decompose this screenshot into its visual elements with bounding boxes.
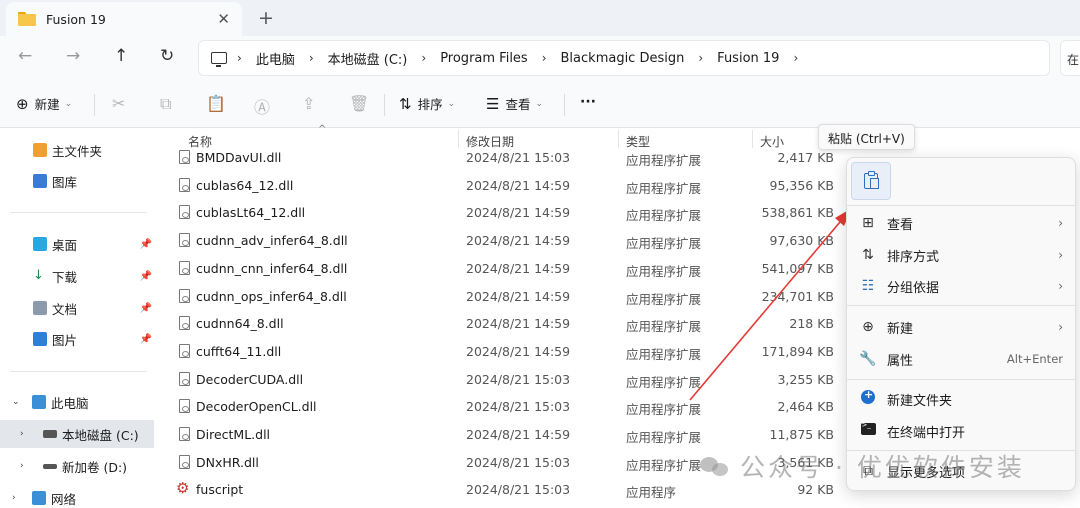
- menu-item-view[interactable]: ⊞ 查看 ›: [847, 208, 1075, 238]
- menu-item-label: 属性: [887, 353, 914, 369]
- menu-item-label: 排序方式: [887, 249, 940, 265]
- menu-item-new[interactable]: ⊕ 新建 ›: [847, 312, 1075, 342]
- menu-item-group-by[interactable]: ☷ 分组依据 ›: [847, 271, 1075, 301]
- menu-item-new-folder[interactable]: 新建文件夹: [847, 384, 1075, 414]
- wechat-logo-icon: [700, 455, 730, 477]
- menu-divider: [847, 379, 1075, 380]
- wrench-icon: 🔧: [859, 351, 877, 367]
- paste-button[interactable]: [851, 162, 891, 200]
- annotation-arrow-line: [689, 221, 841, 401]
- menu-item-properties[interactable]: 🔧 属性 Alt+Enter: [847, 344, 1075, 374]
- list-icon: ☷: [861, 278, 875, 294]
- menu-divider: [847, 305, 1075, 306]
- menu-item-label: 新建: [887, 321, 914, 337]
- menu-item-label: 查看: [887, 217, 914, 233]
- chevron-right-icon: ›: [1058, 279, 1063, 293]
- menu-item-label: 在终端中打开: [887, 425, 966, 441]
- terminal-icon: [859, 421, 877, 439]
- clipboard-icon: [864, 171, 879, 189]
- watermark-text: 公众号 · 优优软件安装: [740, 453, 1025, 482]
- menu-item-label: 新建文件夹: [887, 393, 953, 409]
- plus-circle-icon: ⊕: [862, 319, 874, 335]
- menu-item-sort-by[interactable]: ⇅ 排序方式 ›: [847, 240, 1075, 270]
- menu-item-label: 分组依据: [887, 280, 940, 296]
- chevron-right-icon: ›: [1058, 248, 1063, 262]
- paste-tooltip: 粘贴 (Ctrl+V): [818, 124, 915, 150]
- chevron-right-icon: ›: [1058, 320, 1063, 334]
- sort-icon: ⇅: [862, 247, 874, 263]
- watermark: 公众号 · 优优软件安装: [700, 448, 1025, 484]
- new-folder-icon: [859, 388, 877, 408]
- context-menu: ⊞ 查看 › ⇅ 排序方式 › ☷ 分组依据 › ⊕ 新建 › 🔧 属性 Alt…: [846, 157, 1076, 491]
- menu-item-open-terminal[interactable]: 在终端中打开: [847, 416, 1075, 446]
- menu-divider: [847, 205, 1075, 206]
- chevron-right-icon: ›: [1058, 216, 1063, 230]
- shortcut-label: Alt+Enter: [1006, 352, 1063, 366]
- grid-icon: ⊞: [862, 215, 874, 231]
